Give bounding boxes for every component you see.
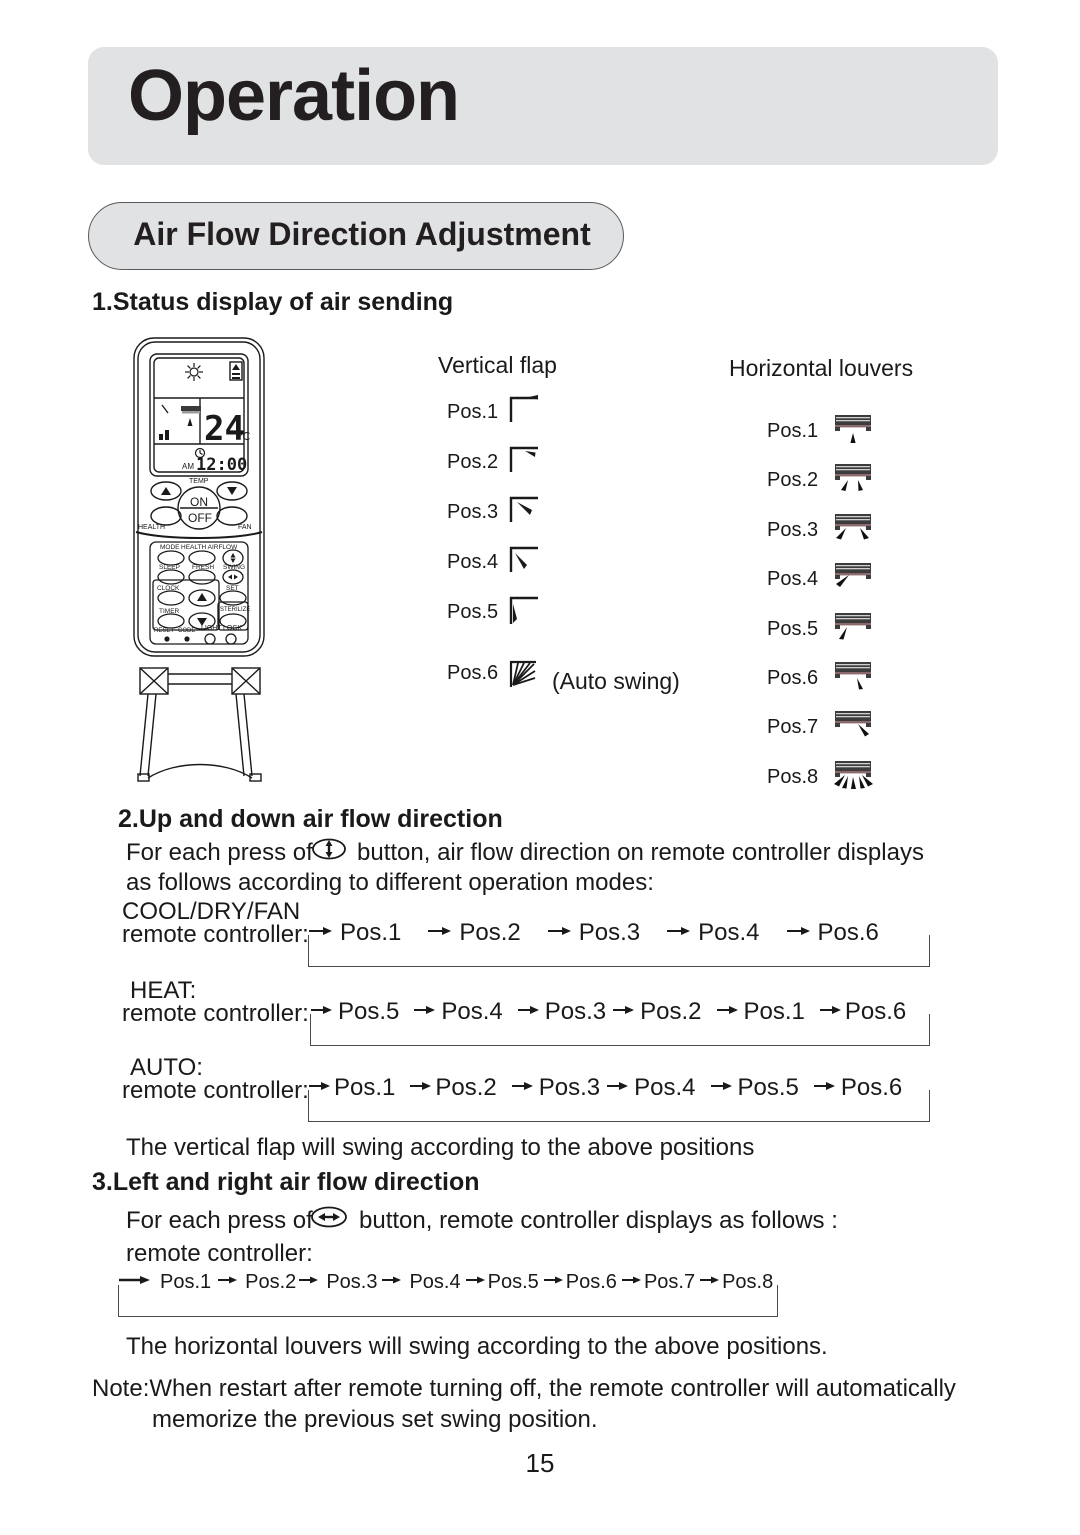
flap-pos2-icon <box>508 444 542 479</box>
section2-intro-line2: as follows according to different operat… <box>126 869 654 896</box>
remote-label-mode: MODE <box>160 544 180 551</box>
lcd-temperature: 24 <box>204 409 245 449</box>
remote-label-timer: TIMER <box>159 608 180 615</box>
flow-loop-left-right <box>118 1285 778 1317</box>
note-line1: Note:When restart after remote turning o… <box>92 1375 956 1402</box>
section1-heading: 1.Status display of air sending <box>92 288 454 316</box>
section3-heading: 3.Left and right air flow direction <box>92 1168 480 1196</box>
lcd-airflow-icon <box>161 404 201 426</box>
lcd-meridiem: AM <box>182 462 194 471</box>
page-number: 15 <box>525 1448 555 1478</box>
horizontal-louvers-pos3-label: Pos.3 <box>767 519 819 541</box>
lcd-mode-icon <box>185 363 203 381</box>
horizontal-louvers-pos2-label: Pos.2 <box>767 469 819 491</box>
section2-footnote: The vertical flap will swing according t… <box>126 1134 755 1161</box>
remote-label-clock: CLOCK <box>157 585 180 592</box>
vertical-flap-pos5-label: Pos.5 <box>447 601 499 623</box>
flap-pos4-icon <box>508 544 542 579</box>
vertical-flap-pos4-label: Pos.4 <box>447 551 499 573</box>
section3-footnote: The horizontal louvers will swing accord… <box>126 1333 828 1360</box>
section3-rc-label: remote controller: <box>126 1240 313 1267</box>
remote-label-code: CODE <box>178 628 195 634</box>
remote-label-health-airflow: HEALTH AIRFLOW <box>181 544 238 551</box>
page-title: Operation <box>128 56 460 136</box>
flow-loop-heat <box>310 1014 930 1046</box>
horizontal-louvers-pos1-label: Pos.1 <box>767 420 819 442</box>
remote-label-fresh: FRESH <box>192 564 214 571</box>
louver-pos3-icon <box>830 510 878 551</box>
flap-pos6-auto-swing-icon <box>508 658 544 695</box>
louver-pos2-icon <box>830 460 878 501</box>
remote-label-sterilize: STERILIZE <box>220 607 250 613</box>
note-line2: memorize the previous set swing position… <box>152 1406 598 1433</box>
lcd-clock-time: 12:00 <box>196 455 247 475</box>
flap-pos5-icon <box>508 594 542 631</box>
louver-pos4-icon <box>830 559 878 600</box>
remote-label-temp: TEMP <box>189 478 209 485</box>
louver-pos8-icon <box>830 757 882 800</box>
remote-label-light: LIGHT <box>201 625 222 632</box>
horizontal-louvers-pos8-label: Pos.8 <box>767 766 819 788</box>
lcd-temperature-unit: ℃ <box>238 431 250 443</box>
up-down-swing-button-icon <box>311 836 347 867</box>
remote-label-health: HEALTH <box>138 524 165 531</box>
horizontal-louvers-pos5-label: Pos.5 <box>767 618 819 640</box>
rc-label-heat: remote controller: <box>122 1000 309 1027</box>
flow-loop-auto <box>308 1090 930 1122</box>
flap-pos3-icon <box>508 494 542 529</box>
section2-intro-after: button, air flow direction on remote con… <box>357 839 924 866</box>
vertical-flap-pos2-label: Pos.2 <box>447 451 499 473</box>
remote-label-swing: SWING <box>223 564 245 571</box>
rc-label-cool: remote controller: <box>122 921 309 948</box>
rc-label-auto: remote controller: <box>122 1077 309 1104</box>
louver-pos7-icon <box>830 707 878 748</box>
remote-label-off: OFF <box>188 511 212 525</box>
section3-intro-before: For each press of <box>126 1207 313 1234</box>
vertical-flap-pos1-label: Pos.1 <box>447 401 499 423</box>
horizontal-louvers-pos4-label: Pos.4 <box>767 568 819 590</box>
horizontal-louvers-column-title: Horizontal louvers <box>729 355 914 381</box>
remote-label-fan: FAN <box>238 524 252 531</box>
flap-pos1-icon <box>508 394 542 429</box>
louver-pos6-icon <box>830 658 878 699</box>
remote-controller-illustration: 24 ℃ AM 12:00 TEMP ON OFF HEALTH FAN MOD… <box>126 336 294 788</box>
remote-label-lock: LOCK <box>223 625 242 632</box>
remote-label-sleep: SLEEP <box>159 564 180 571</box>
vertical-flap-pos3-label: Pos.3 <box>447 501 499 523</box>
vertical-flap-pos6-label: Pos.6 <box>447 662 499 684</box>
lcd-fan-speed-icon <box>159 430 169 440</box>
section2-intro-before: For each press of <box>126 839 313 866</box>
left-right-swing-button-icon <box>309 1204 349 1235</box>
section2-heading: 2.Up and down air flow direction <box>118 805 503 833</box>
remote-stand <box>137 667 262 782</box>
section-title: Air Flow Direction Adjustment <box>133 216 591 252</box>
horizontal-louvers-pos6-label: Pos.6 <box>767 667 819 689</box>
auto-swing-note: (Auto swing) <box>552 668 680 694</box>
louver-pos1-icon <box>830 411 878 452</box>
remote-label-on: ON <box>190 495 208 509</box>
louver-pos5-icon <box>830 609 878 650</box>
vertical-flap-column-title: Vertical flap <box>438 352 557 378</box>
remote-label-reset: RESET <box>154 628 174 634</box>
horizontal-louvers-pos7-label: Pos.7 <box>767 716 819 738</box>
flow-loop-cool-dry-fan <box>308 935 930 967</box>
section3-intro-after: button, remote controller displays as fo… <box>359 1207 838 1234</box>
remote-label-set: SET <box>226 585 239 592</box>
